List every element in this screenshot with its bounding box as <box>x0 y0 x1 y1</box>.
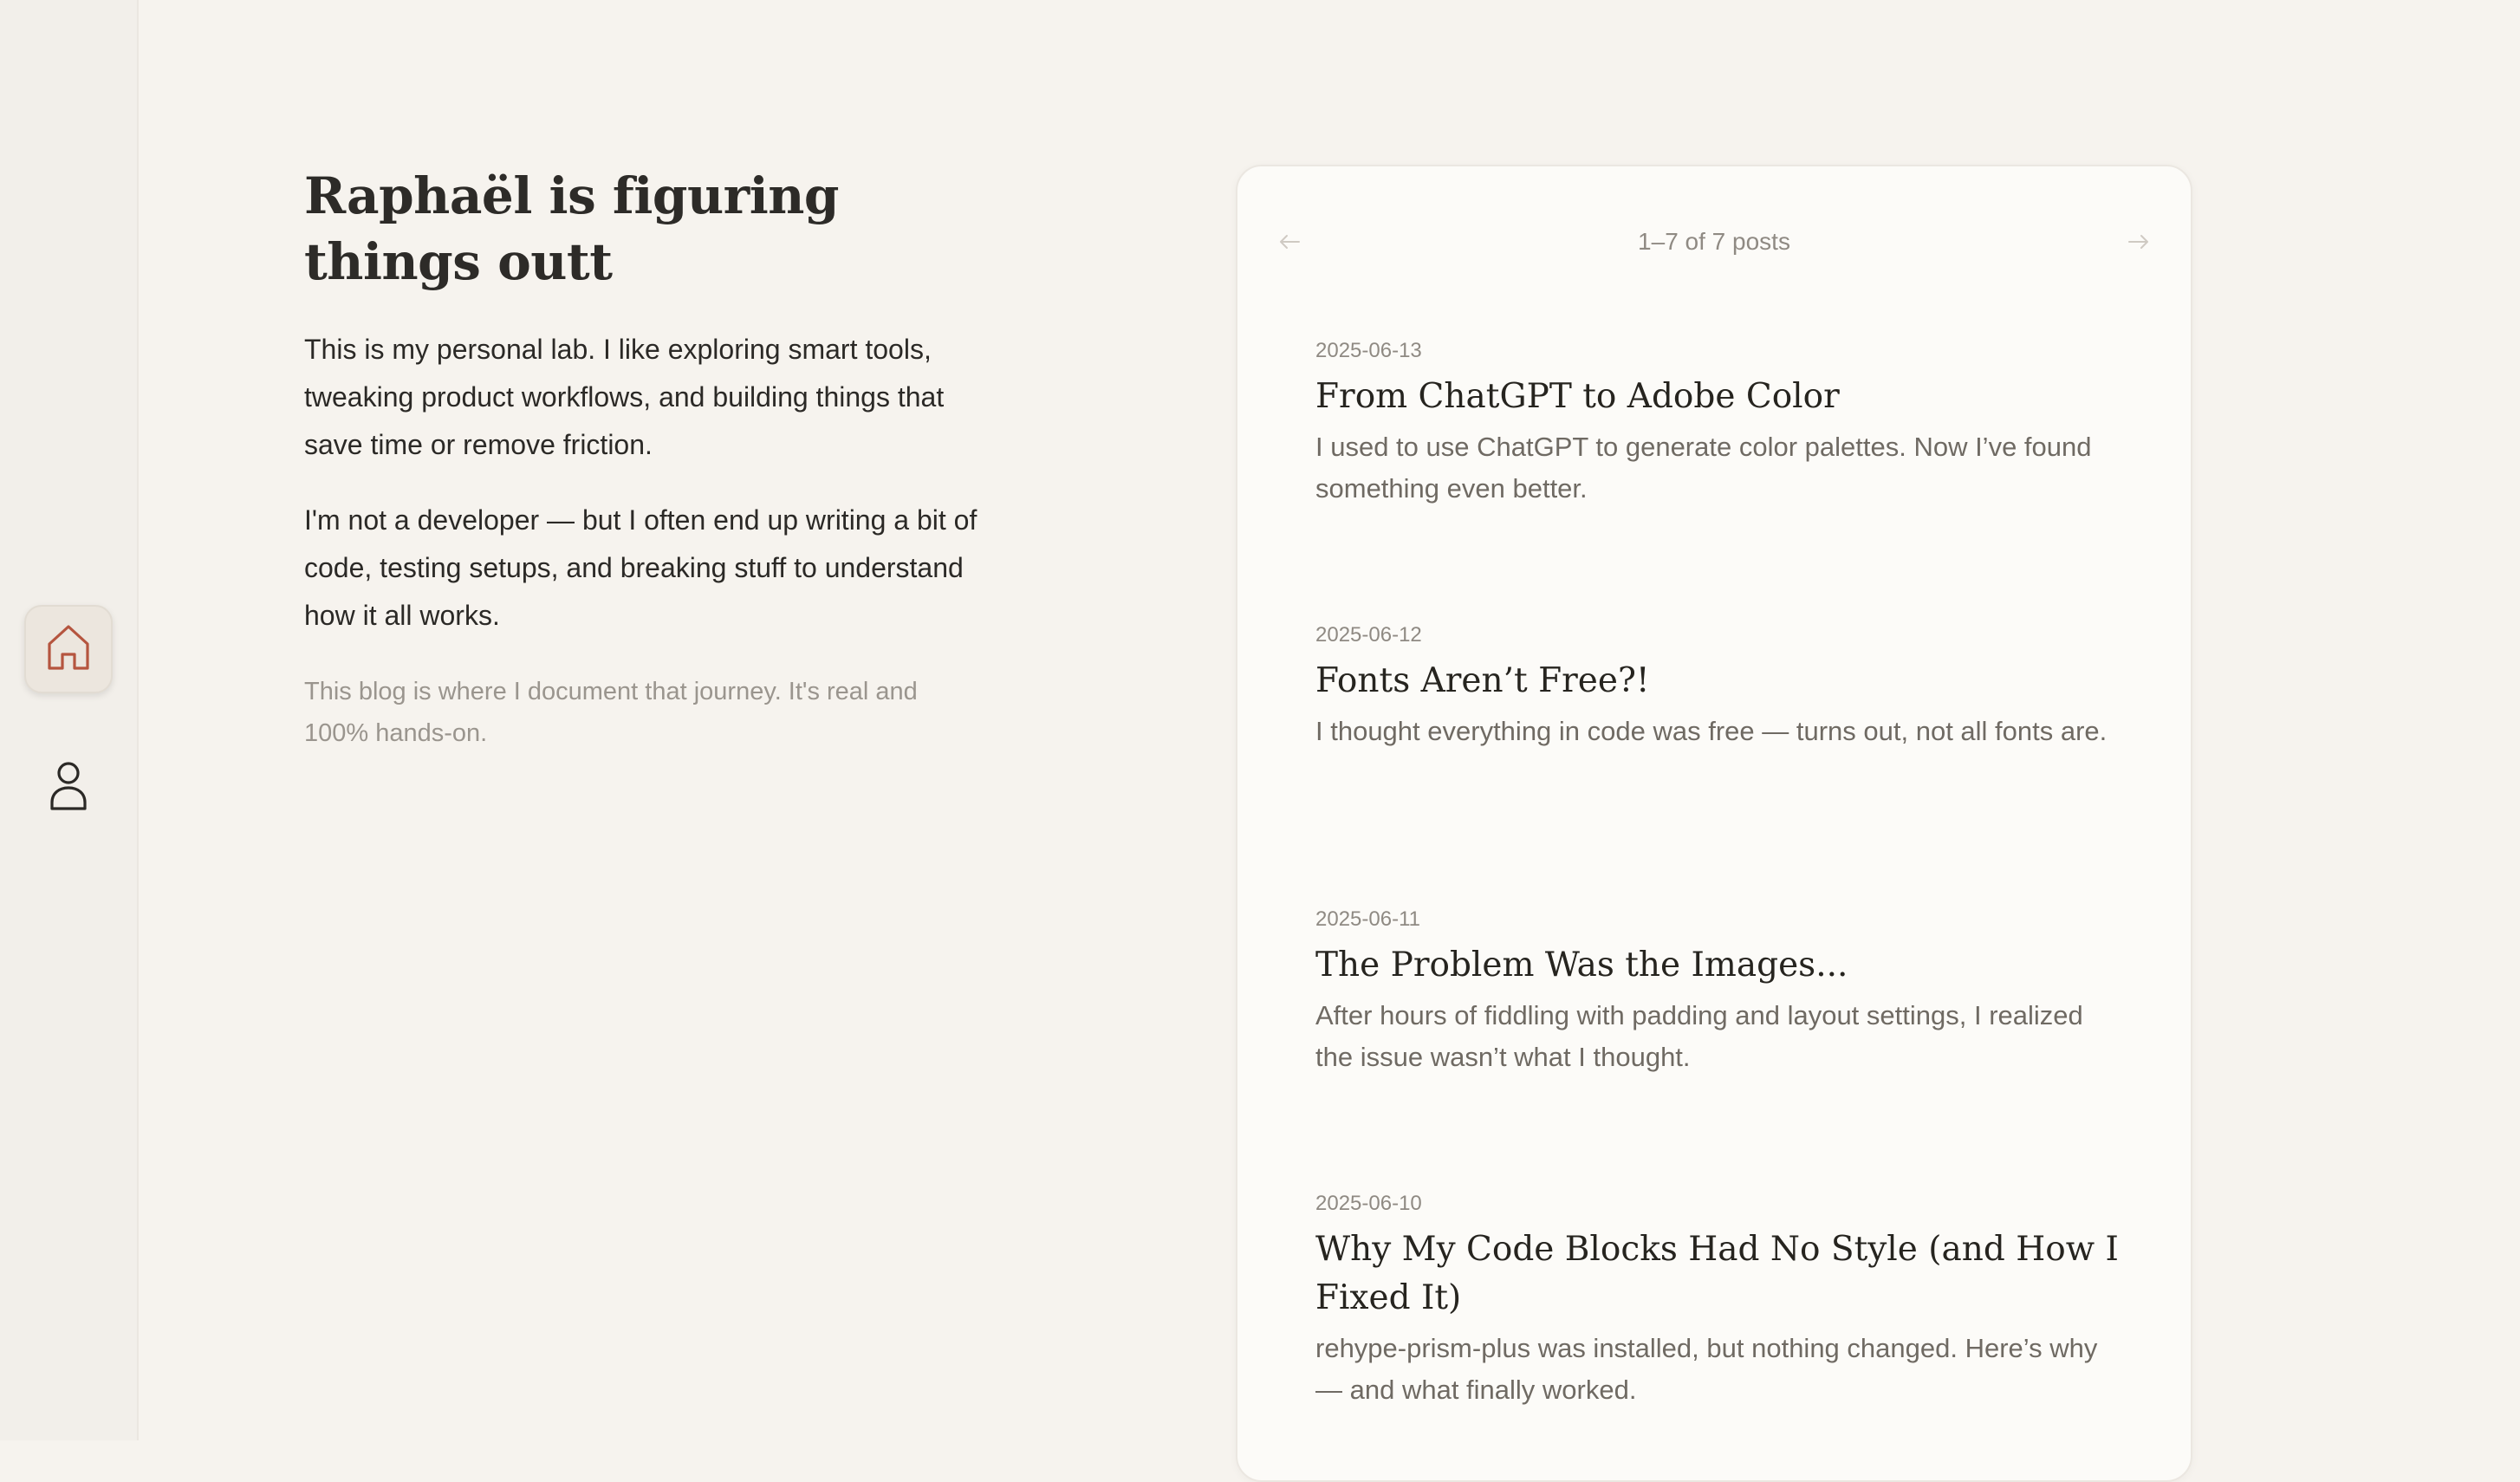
post-date: 2025-06-12 <box>1315 623 1422 647</box>
post-title[interactable]: From ChatGPT to Adobe Color <box>1315 373 2121 421</box>
user-icon <box>49 761 88 816</box>
post-date: 2025-06-10 <box>1315 1192 1422 1215</box>
post-item[interactable]: 2025-06-13 From ChatGPT to Adobe Color I… <box>1315 336 2121 510</box>
post-excerpt: I used to use ChatGPT to generate color … <box>1315 432 2092 504</box>
post-excerpt: rehype-prism-plus was installed, but not… <box>1315 1333 2098 1405</box>
post-title[interactable]: Why My Code Blocks Had No Style (and How… <box>1315 1225 2121 1323</box>
page-title: Raphaël is figuring things outt <box>304 166 839 291</box>
sidebar <box>0 0 139 1440</box>
nav-home-button[interactable] <box>24 605 113 693</box>
post-date: 2025-06-13 <box>1315 339 1422 362</box>
post-item[interactable]: 2025-06-12 Fonts Aren’t Free?! I thought… <box>1315 621 2121 752</box>
nav-profile-button[interactable] <box>24 744 113 832</box>
pager: 1–7 of 7 posts <box>1237 220 2191 263</box>
post-title[interactable]: The Problem Was the Images... <box>1315 941 2121 990</box>
arrow-left-icon[interactable] <box>1276 228 1303 256</box>
intro-paragraph: I'm not a developer — but I often end up… <box>304 504 977 631</box>
post-excerpt: I thought everything in code was free — … <box>1315 716 2108 746</box>
arrow-right-icon[interactable] <box>2125 228 2153 256</box>
intro-paragraph: This is my personal lab. I like explorin… <box>304 334 945 460</box>
intro-note: This blog is where I document that journ… <box>304 678 918 747</box>
post-item[interactable]: 2025-06-11 The Problem Was the Images...… <box>1315 905 2121 1078</box>
pager-count: 1–7 of 7 posts <box>1638 228 1790 255</box>
intro-section: Raphaël is figuring things outt This is … <box>304 163 980 754</box>
post-date: 2025-06-11 <box>1315 907 1420 931</box>
post-item[interactable]: 2025-06-10 Why My Code Blocks Had No Sty… <box>1315 1189 2121 1411</box>
post-title[interactable]: Fonts Aren’t Free?! <box>1315 657 2121 705</box>
post-excerpt: After hours of fiddling with padding and… <box>1315 1000 2083 1072</box>
posts-panel: 1–7 of 7 posts 2025-06-13 From ChatGPT t… <box>1236 165 2192 1482</box>
home-icon <box>46 623 91 676</box>
